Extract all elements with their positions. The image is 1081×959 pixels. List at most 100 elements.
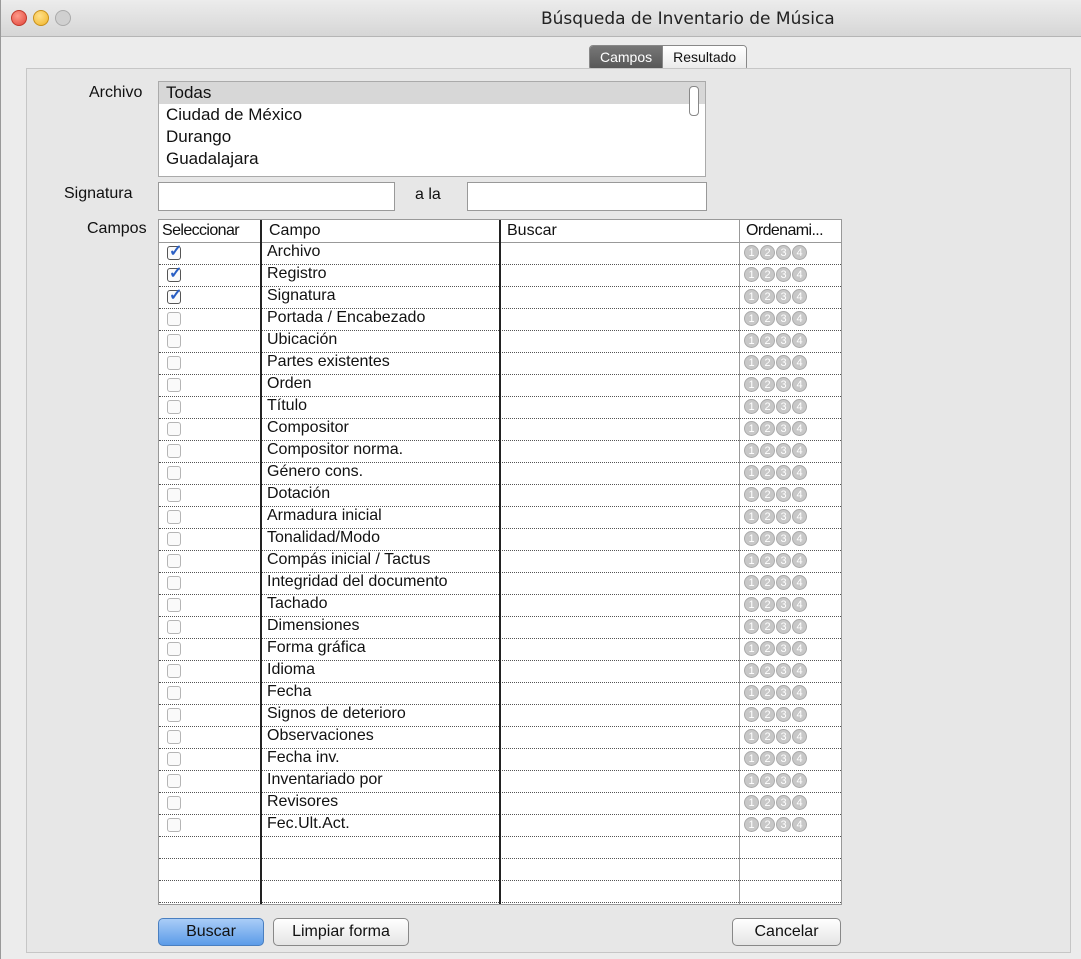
sort-order-circle[interactable]: 3 [776, 575, 791, 590]
sort-order-circle[interactable]: 3 [776, 795, 791, 810]
sort-order-circle[interactable]: 3 [776, 707, 791, 722]
sort-order-circle[interactable]: 3 [776, 685, 791, 700]
sort-order-circle[interactable]: 1 [744, 377, 759, 392]
sort-order-circle[interactable]: 4 [792, 597, 807, 612]
sort-order-circle[interactable]: 4 [792, 289, 807, 304]
search-cell[interactable] [501, 726, 737, 747]
sort-order-circle[interactable]: 4 [792, 531, 807, 546]
sort-order-circle[interactable]: 4 [792, 509, 807, 524]
sort-order-circle[interactable]: 4 [792, 773, 807, 788]
header-search[interactable]: Buscar [507, 222, 557, 240]
sort-order-circle[interactable]: 3 [776, 619, 791, 634]
sort-order-circle[interactable]: 1 [744, 333, 759, 348]
search-cell[interactable] [501, 550, 737, 571]
sort-order-circle[interactable]: 4 [792, 355, 807, 370]
header-order[interactable]: Ordenami... [746, 222, 824, 240]
sort-order-circle[interactable]: 1 [744, 597, 759, 612]
sort-order-circle[interactable]: 2 [760, 597, 775, 612]
sort-order-circle[interactable]: 4 [792, 817, 807, 832]
sort-order-circle[interactable]: 2 [760, 531, 775, 546]
archivo-list-item[interactable]: Todas [159, 82, 705, 104]
sort-order-circle[interactable]: 4 [792, 333, 807, 348]
sort-order-circle[interactable]: 3 [776, 377, 791, 392]
select-checkbox[interactable] [167, 620, 181, 634]
sort-order-circle[interactable]: 2 [760, 267, 775, 282]
sort-order-circle[interactable]: 4 [792, 575, 807, 590]
select-checkbox[interactable] [167, 730, 181, 744]
search-cell[interactable] [501, 308, 737, 329]
sort-order-circle[interactable]: 4 [792, 377, 807, 392]
search-cell[interactable] [501, 396, 737, 417]
sort-order-circle[interactable]: 3 [776, 509, 791, 524]
sort-order-circle[interactable]: 2 [760, 509, 775, 524]
archivo-list-item[interactable]: Durango [159, 126, 705, 148]
sort-order-circle[interactable]: 1 [744, 751, 759, 766]
sort-order-circle[interactable]: 3 [776, 663, 791, 678]
sort-order-circle[interactable]: 4 [792, 707, 807, 722]
search-cell[interactable] [501, 330, 737, 351]
select-checkbox[interactable] [167, 488, 181, 502]
sort-order-circle[interactable]: 1 [744, 289, 759, 304]
sort-order-circle[interactable]: 4 [792, 311, 807, 326]
sort-order-circle[interactable]: 3 [776, 465, 791, 480]
archivo-list-item[interactable]: Ciudad de México [159, 104, 705, 126]
sort-order-circle[interactable]: 4 [792, 619, 807, 634]
select-checkbox[interactable] [167, 686, 181, 700]
sort-order-circle[interactable]: 4 [792, 751, 807, 766]
sort-order-circle[interactable]: 1 [744, 729, 759, 744]
sort-order-circle[interactable]: 2 [760, 465, 775, 480]
sort-order-circle[interactable]: 2 [760, 311, 775, 326]
select-checkbox[interactable] [167, 400, 181, 414]
sort-order-circle[interactable]: 1 [744, 443, 759, 458]
sort-order-circle[interactable]: 2 [760, 685, 775, 700]
sort-order-circle[interactable]: 1 [744, 355, 759, 370]
select-checkbox[interactable] [167, 554, 181, 568]
tab-resultado[interactable]: Resultado [662, 46, 747, 70]
sort-order-circle[interactable]: 3 [776, 487, 791, 502]
sort-order-circle[interactable]: 4 [792, 685, 807, 700]
sort-order-circle[interactable]: 2 [760, 399, 775, 414]
cancel-button[interactable]: Cancelar [732, 918, 841, 946]
search-cell[interactable] [501, 704, 737, 725]
search-cell[interactable] [501, 418, 737, 439]
select-checkbox[interactable] [167, 444, 181, 458]
search-cell[interactable] [501, 682, 737, 703]
search-cell[interactable] [501, 748, 737, 769]
sort-order-circle[interactable]: 2 [760, 619, 775, 634]
select-checkbox[interactable] [167, 334, 181, 348]
search-cell[interactable] [501, 374, 737, 395]
sort-order-circle[interactable]: 2 [760, 751, 775, 766]
sort-order-circle[interactable]: 3 [776, 597, 791, 612]
sort-order-circle[interactable]: 2 [760, 421, 775, 436]
select-checkbox[interactable] [167, 466, 181, 480]
select-checkbox[interactable] [167, 708, 181, 722]
sort-order-circle[interactable]: 1 [744, 531, 759, 546]
sort-order-circle[interactable]: 1 [744, 641, 759, 656]
sort-order-circle[interactable]: 2 [760, 377, 775, 392]
sort-order-circle[interactable]: 3 [776, 355, 791, 370]
sort-order-circle[interactable]: 2 [760, 245, 775, 260]
sort-order-circle[interactable]: 1 [744, 421, 759, 436]
signatura-to-input[interactable] [467, 182, 707, 211]
sort-order-circle[interactable]: 1 [744, 663, 759, 678]
header-field[interactable]: Campo [269, 222, 321, 240]
sort-order-circle[interactable]: 3 [776, 421, 791, 436]
signatura-from-input[interactable] [158, 182, 395, 211]
search-cell[interactable] [501, 352, 737, 373]
search-cell[interactable] [501, 660, 737, 681]
sort-order-circle[interactable]: 1 [744, 619, 759, 634]
sort-order-circle[interactable]: 2 [760, 707, 775, 722]
select-checkbox[interactable] [167, 796, 181, 810]
select-checkbox[interactable] [167, 378, 181, 392]
sort-order-circle[interactable]: 2 [760, 355, 775, 370]
sort-order-circle[interactable]: 1 [744, 267, 759, 282]
search-cell[interactable] [501, 528, 737, 549]
search-cell[interactable] [501, 484, 737, 505]
sort-order-circle[interactable]: 2 [760, 795, 775, 810]
sort-order-circle[interactable]: 2 [760, 289, 775, 304]
search-cell[interactable] [501, 814, 737, 835]
sort-order-circle[interactable]: 1 [744, 685, 759, 700]
select-checkbox[interactable] [167, 818, 181, 832]
sort-order-circle[interactable]: 1 [744, 707, 759, 722]
select-checkbox[interactable] [167, 422, 181, 436]
